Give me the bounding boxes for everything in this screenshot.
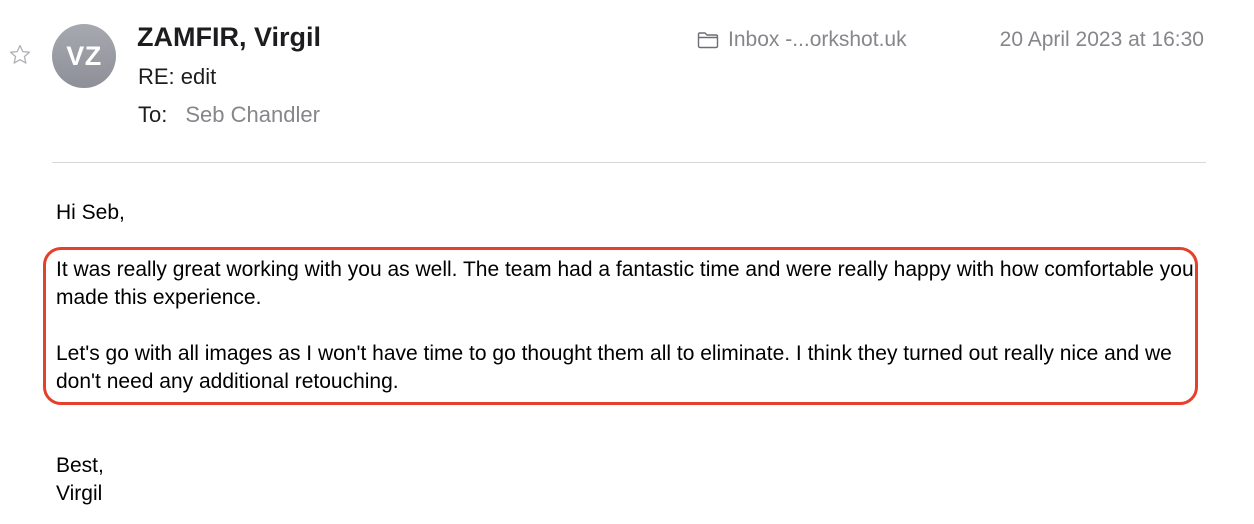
avatar: VZ [52, 24, 116, 88]
recipient-name[interactable]: Seb Chandler [185, 102, 320, 127]
mailbox-label: Inbox -...orkshot.uk [728, 28, 907, 51]
signoff-line: Best, [56, 454, 104, 477]
recipient-row: To: Seb Chandler [138, 102, 320, 128]
sender-name[interactable]: ZAMFIR, Virgil [137, 22, 321, 53]
signature: Virgil [56, 482, 103, 505]
star-icon[interactable] [8, 43, 32, 67]
body-paragraph-2: Let's go with all images as I won't have… [56, 342, 1172, 393]
subject-line: RE: edit [138, 64, 217, 89]
greeting: Hi Seb, [56, 201, 125, 224]
body-paragraph-1: It was really great working with you as … [56, 258, 1194, 309]
received-date: 20 April 2023 at 16:30 [999, 28, 1204, 51]
folder-icon [697, 32, 719, 49]
mailbox-location[interactable]: Inbox -...orkshot.uk [697, 28, 907, 52]
header-divider [52, 162, 1206, 163]
signoff: Best, Virgil [56, 452, 104, 508]
to-label: To: [138, 102, 168, 127]
